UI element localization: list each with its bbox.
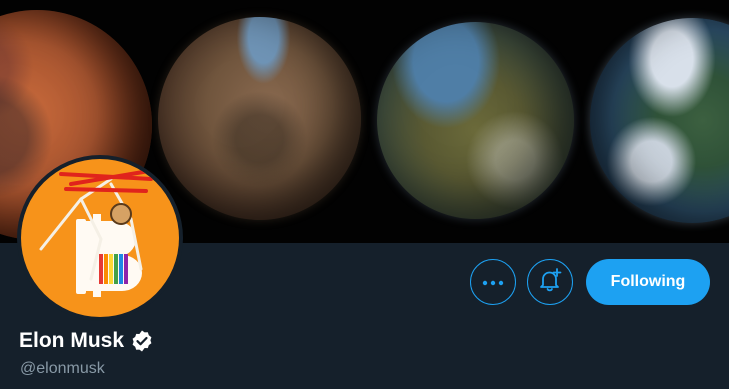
more-options-button[interactable]	[470, 259, 516, 305]
following-button-label: Following	[610, 273, 686, 290]
notifications-toggle-button[interactable]	[527, 259, 573, 305]
display-name: Elon Musk	[19, 329, 125, 352]
more-dots-icon	[482, 273, 504, 291]
profile-name-row: Elon Musk	[19, 327, 154, 355]
verified-badge-icon	[130, 329, 154, 353]
banner-planet-earthlike	[590, 18, 729, 223]
profile-avatar[interactable]	[17, 155, 183, 321]
profile-handle: @elonmusk	[20, 360, 105, 377]
bell-plus-icon	[537, 267, 563, 298]
following-button[interactable]: Following	[586, 259, 710, 305]
avatar-image	[21, 159, 179, 317]
banner-planet-stage-3	[377, 22, 574, 219]
banner-planet-stage-2	[158, 17, 361, 220]
